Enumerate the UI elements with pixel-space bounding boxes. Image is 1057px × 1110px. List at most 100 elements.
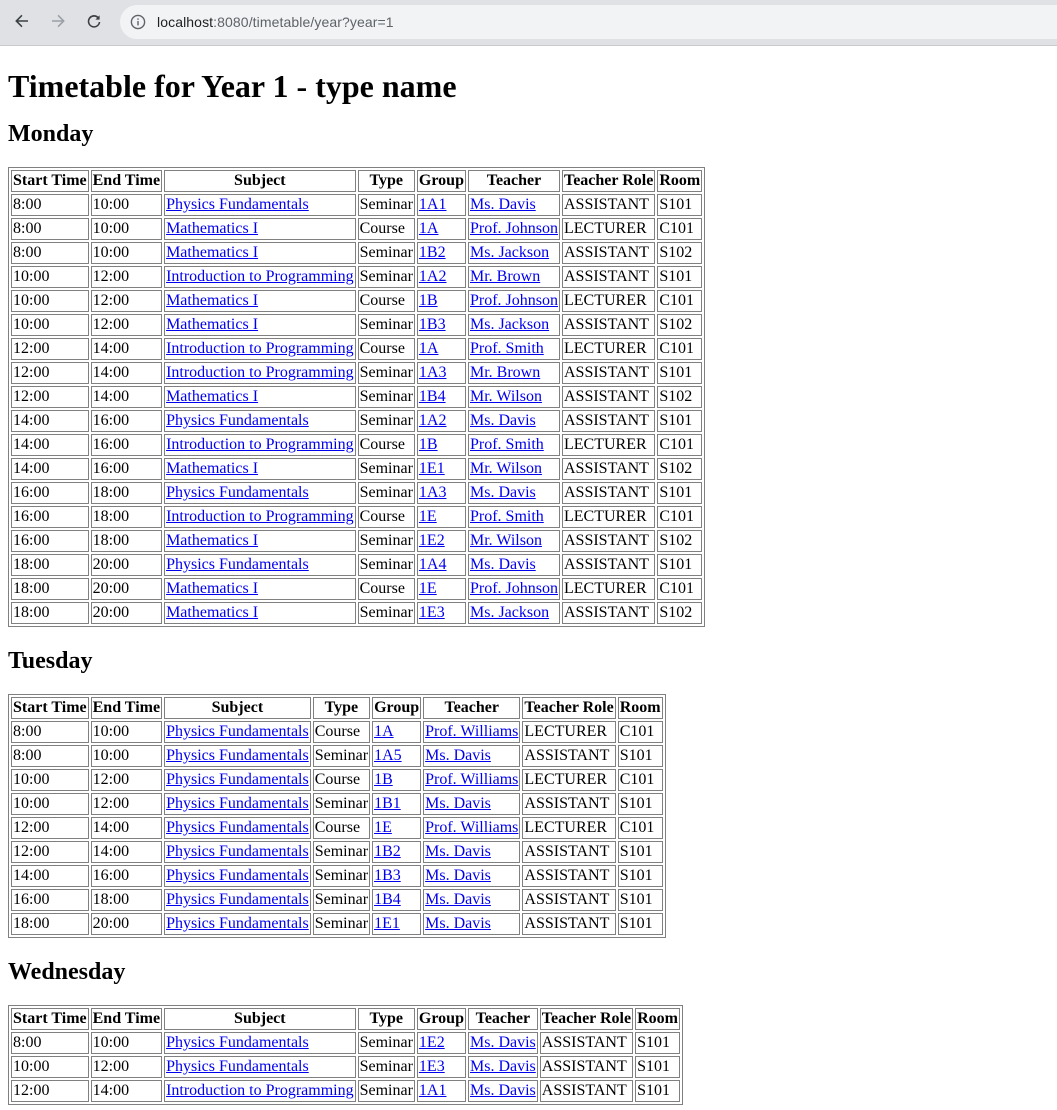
subject-link[interactable]: Introduction to Programming <box>166 340 354 357</box>
group-link[interactable]: 1E <box>374 819 392 836</box>
subject-link[interactable]: Introduction to Programming <box>166 1082 354 1099</box>
subject-link[interactable]: Physics Fundamentals <box>166 723 309 740</box>
subject-link[interactable]: Physics Fundamentals <box>166 747 309 764</box>
subject-link[interactable]: Physics Fundamentals <box>166 819 309 836</box>
subject-link[interactable]: Mathematics I <box>166 316 258 333</box>
subject-link[interactable]: Mathematics I <box>166 244 258 261</box>
teacher-cell: Prof. Smith <box>467 434 560 456</box>
teacher-link[interactable]: Ms. Jackson <box>470 604 549 621</box>
teacher-link[interactable]: Prof. Johnson <box>470 580 558 597</box>
group-link[interactable]: 1E2 <box>419 532 445 549</box>
subject-link[interactable]: Physics Fundamentals <box>166 484 309 501</box>
group-link[interactable]: 1A <box>419 220 439 237</box>
subject-link[interactable]: Physics Fundamentals <box>166 1058 309 1075</box>
subject-link[interactable]: Introduction to Programming <box>166 364 354 381</box>
teacher-link[interactable]: Ms. Davis <box>470 484 536 501</box>
group-link[interactable]: 1A5 <box>374 747 402 764</box>
group-link[interactable]: 1B3 <box>419 316 446 333</box>
teacher-link[interactable]: Mr. Wilson <box>470 460 542 477</box>
teacher-link[interactable]: Prof. Williams <box>425 723 518 740</box>
subject-link[interactable]: Physics Fundamentals <box>166 556 309 573</box>
teacher-link[interactable]: Prof. Smith <box>470 340 544 357</box>
teacher-link[interactable]: Ms. Jackson <box>470 316 549 333</box>
group-link[interactable]: 1E2 <box>419 1034 445 1051</box>
group-link[interactable]: 1A3 <box>419 364 447 381</box>
teacher-cell: Ms. Davis <box>467 1032 538 1054</box>
teacher-link[interactable]: Ms. Davis <box>470 1082 536 1099</box>
subject-link[interactable]: Physics Fundamentals <box>166 915 309 932</box>
subject-link[interactable]: Mathematics I <box>166 532 258 549</box>
teacher-link[interactable]: Ms. Jackson <box>470 244 549 261</box>
teacher-link[interactable]: Ms. Davis <box>425 915 491 932</box>
group-link[interactable]: 1E1 <box>419 460 445 477</box>
teacher-link[interactable]: Mr. Brown <box>470 364 540 381</box>
info-icon[interactable] <box>129 13 147 31</box>
group-link[interactable]: 1A1 <box>419 196 447 213</box>
subject-link[interactable]: Mathematics I <box>166 604 258 621</box>
reload-icon[interactable] <box>80 7 108 35</box>
group-link[interactable]: 1B3 <box>374 867 401 884</box>
teacher-link[interactable]: Ms. Davis <box>425 891 491 908</box>
subject-link[interactable]: Physics Fundamentals <box>166 891 309 908</box>
group-link[interactable]: 1A2 <box>419 268 447 285</box>
group-link[interactable]: 1A <box>374 723 394 740</box>
teacher-link[interactable]: Ms. Davis <box>425 867 491 884</box>
group-link[interactable]: 1E <box>419 508 437 525</box>
subject-link[interactable]: Mathematics I <box>166 292 258 309</box>
teacher-link[interactable]: Ms. Davis <box>470 556 536 573</box>
subject-link[interactable]: Introduction to Programming <box>166 508 354 525</box>
teacher-link[interactable]: Ms. Davis <box>425 843 491 860</box>
group-link[interactable]: 1B4 <box>419 388 446 405</box>
group-link[interactable]: 1E3 <box>419 1058 445 1075</box>
forward-icon[interactable] <box>44 7 72 35</box>
subject-link[interactable]: Mathematics I <box>166 460 258 477</box>
teacher-link[interactable]: Ms. Davis <box>470 1058 536 1075</box>
subject-link[interactable]: Introduction to Programming <box>166 436 354 453</box>
column-header: Room <box>617 697 663 719</box>
subject-link[interactable]: Mathematics I <box>166 580 258 597</box>
group-link[interactable]: 1A4 <box>419 556 447 573</box>
subject-link[interactable]: Mathematics I <box>166 388 258 405</box>
group-link[interactable]: 1A3 <box>419 484 447 501</box>
teacher-link[interactable]: Prof. Williams <box>425 771 518 788</box>
group-link[interactable]: 1A2 <box>419 412 447 429</box>
url-text[interactable]: localhost:8080/timetable/year?year=1 <box>157 14 394 30</box>
subject-link[interactable]: Physics Fundamentals <box>166 412 309 429</box>
subject-link[interactable]: Physics Fundamentals <box>166 867 309 884</box>
teacher-link[interactable]: Ms. Davis <box>425 795 491 812</box>
teacher-link[interactable]: Prof. Johnson <box>470 220 558 237</box>
subject-link[interactable]: Physics Fundamentals <box>166 196 309 213</box>
teacher-link[interactable]: Prof. Williams <box>425 819 518 836</box>
group-link[interactable]: 1B2 <box>374 843 401 860</box>
group-link[interactable]: 1E1 <box>374 915 400 932</box>
teacher-link[interactable]: Prof. Smith <box>470 508 544 525</box>
subject-link[interactable]: Physics Fundamentals <box>166 1034 309 1051</box>
teacher-link[interactable]: Ms. Davis <box>470 412 536 429</box>
subject-link[interactable]: Introduction to Programming <box>166 268 354 285</box>
teacher-link[interactable]: Mr. Wilson <box>470 388 542 405</box>
subject-link[interactable]: Physics Fundamentals <box>166 795 309 812</box>
subject-link[interactable]: Physics Fundamentals <box>166 843 309 860</box>
group-link[interactable]: 1B <box>419 292 438 309</box>
back-icon[interactable] <box>8 7 36 35</box>
teacher-link[interactable]: Ms. Davis <box>470 1034 536 1051</box>
subject-link[interactable]: Physics Fundamentals <box>166 771 309 788</box>
group-link[interactable]: 1B1 <box>374 795 401 812</box>
teacher-link[interactable]: Mr. Wilson <box>470 532 542 549</box>
column-header: Room <box>635 1008 680 1030</box>
group-link[interactable]: 1E3 <box>419 604 445 621</box>
group-link[interactable]: 1E <box>419 580 437 597</box>
group-link[interactable]: 1A1 <box>419 1082 447 1099</box>
teacher-link[interactable]: Ms. Davis <box>425 747 491 764</box>
teacher-link[interactable]: Prof. Johnson <box>470 292 558 309</box>
group-link[interactable]: 1A <box>419 340 439 357</box>
group-link[interactable]: 1B4 <box>374 891 401 908</box>
subject-link[interactable]: Mathematics I <box>166 220 258 237</box>
teacher-link[interactable]: Prof. Smith <box>470 436 544 453</box>
teacher-link[interactable]: Mr. Brown <box>470 268 540 285</box>
teacher-link[interactable]: Ms. Davis <box>470 196 536 213</box>
address-bar[interactable]: localhost:8080/timetable/year?year=1 <box>120 5 1057 39</box>
group-link[interactable]: 1B <box>374 771 393 788</box>
group-link[interactable]: 1B2 <box>419 244 446 261</box>
group-link[interactable]: 1B <box>419 436 438 453</box>
